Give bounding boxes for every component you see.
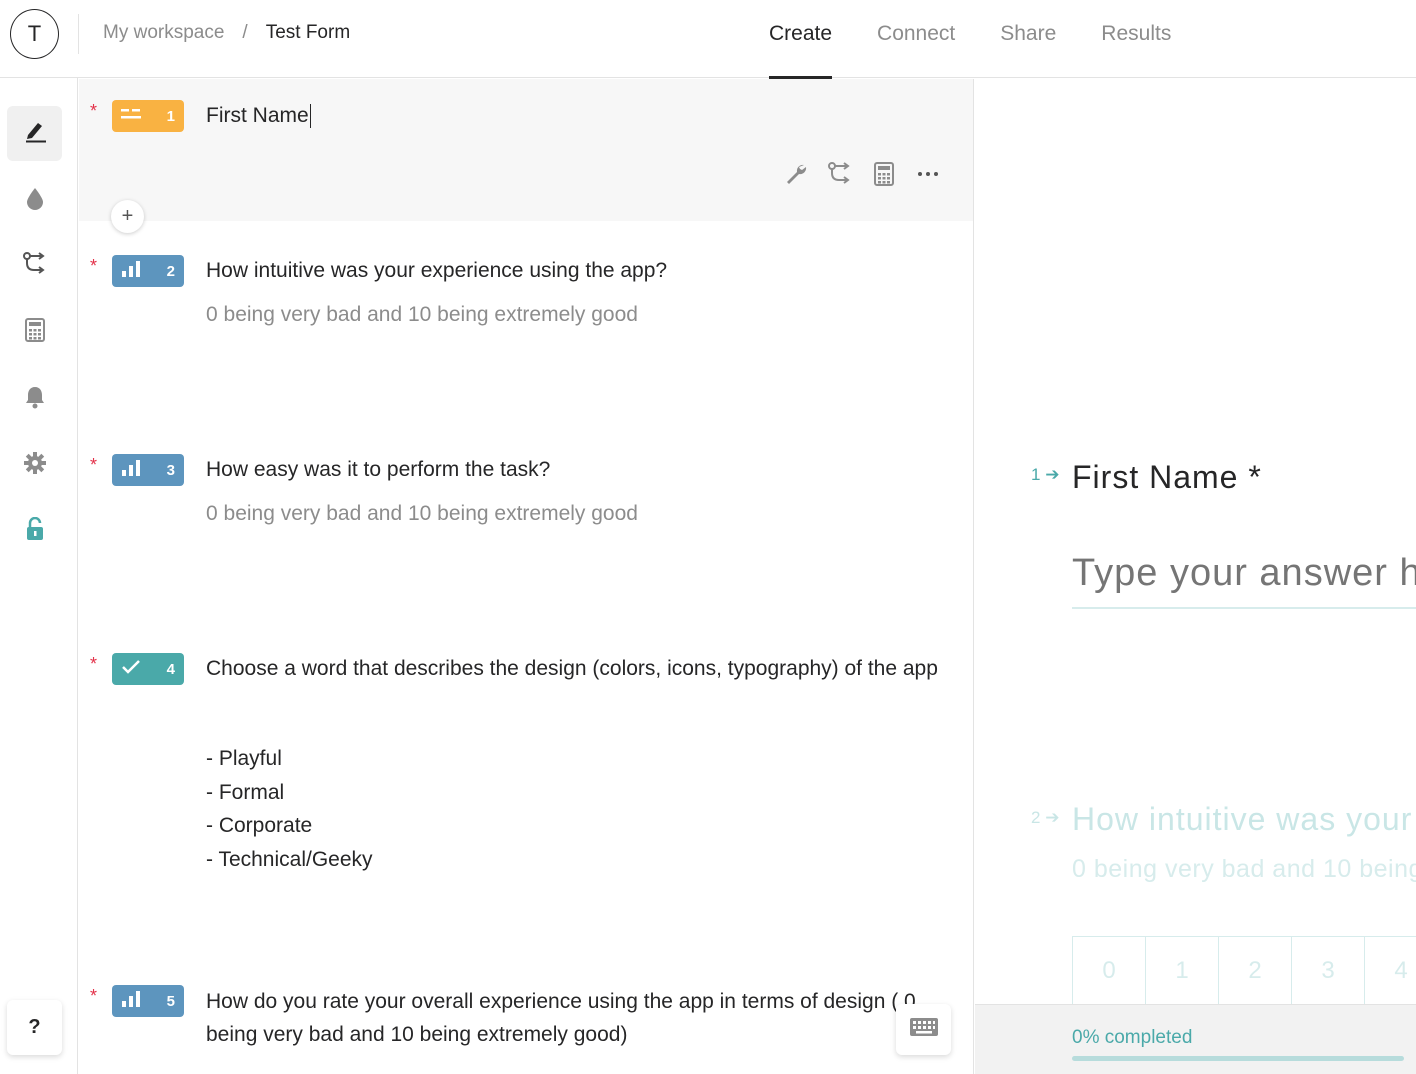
text-cursor [309, 104, 312, 129]
required-mark: * [90, 986, 98, 1006]
breadcrumb-workspace-link[interactable]: My workspace [103, 22, 224, 44]
question-number: 4 [166, 660, 175, 678]
question-toolbar [774, 161, 950, 187]
checkmark-icon [121, 659, 141, 679]
question-block-4[interactable]: * 4 Choose a word that describes the des… [79, 648, 973, 878]
preview-question-number: 2 ➔ [1031, 808, 1060, 827]
question-description[interactable]: 0 being very bad and 10 being extremely … [206, 497, 638, 530]
calculator-icon [24, 318, 45, 347]
sidebar-access-button[interactable] [7, 504, 62, 559]
main-tabs: Create Connect Share Results [769, 0, 1216, 79]
question-block-5[interactable]: * 5 How do you rate your overall experie… [79, 981, 973, 1074]
preview-question-title: How intuitive was your experience using … [1072, 801, 1416, 837]
required-mark: * [90, 654, 98, 674]
gear-icon [23, 451, 47, 480]
option-item[interactable]: - Corporate [206, 809, 373, 843]
arrow-right-icon: ➔ [1045, 465, 1060, 484]
form-preview: 1 ➔ First Name * 2 ➔ How intuitive was y… [975, 79, 1416, 1074]
breadcrumb: My workspace / Test Form [103, 22, 350, 44]
question-title[interactable]: Choose a word that describes the design … [206, 652, 946, 685]
tab-results[interactable]: Results [1101, 0, 1171, 78]
sidebar-logic-button[interactable] [7, 239, 62, 294]
question-badge-2[interactable]: 2 [112, 255, 184, 287]
progress-text: 0% completed [1072, 1027, 1193, 1048]
preview-opinion-scale: 0 1 2 3 4 [1072, 936, 1416, 1006]
question-title: First Name [206, 104, 309, 127]
progress-bar [1072, 1056, 1404, 1061]
preview-progress-footer: 0% completed [975, 1004, 1416, 1074]
left-sidebar: ? [0, 78, 78, 1074]
bell-icon [24, 385, 46, 414]
scale-option[interactable]: 3 [1291, 936, 1365, 1006]
opinion-scale-icon [121, 459, 141, 481]
preview-answer-input[interactable] [1072, 539, 1416, 609]
opinion-scale-icon [121, 260, 141, 282]
required-mark: * [90, 455, 98, 475]
avatar-letter: T [27, 21, 42, 46]
more-options-icon[interactable] [906, 171, 950, 177]
breadcrumb-form-title[interactable]: Test Form [266, 22, 350, 44]
preview-question-number: 1 ➔ [1031, 465, 1060, 484]
form-builder: * 1 First Name + * 2 How intuitive was y… [79, 79, 974, 1074]
option-item[interactable]: - Technical/Geeky [206, 843, 373, 877]
preview-question-title: First Name * [1072, 459, 1262, 495]
workspace-avatar[interactable]: T [10, 9, 59, 59]
question-badge-3[interactable]: 3 [112, 454, 184, 486]
tab-share[interactable]: Share [1000, 0, 1056, 78]
logic-branch-icon [22, 251, 48, 282]
option-item[interactable]: - Formal [206, 776, 373, 810]
keyboard-shortcuts-button[interactable] [896, 1004, 951, 1055]
breadcrumb-separator: / [242, 22, 248, 43]
required-mark: * [90, 256, 98, 276]
wrench-icon[interactable] [774, 162, 818, 186]
question-badge-5[interactable]: 5 [112, 985, 184, 1017]
question-title[interactable]: How easy was it to perform the task? [206, 453, 946, 486]
calculator-icon[interactable] [862, 162, 906, 186]
scale-option[interactable]: 1 [1145, 936, 1219, 1006]
question-title-input[interactable]: First Name [206, 99, 946, 132]
help-button[interactable]: ? [7, 1000, 62, 1055]
short-text-icon [121, 107, 143, 125]
opinion-scale-icon [121, 990, 141, 1012]
header-divider [78, 14, 79, 54]
required-mark: * [90, 101, 98, 121]
logic-branch-icon[interactable] [818, 161, 862, 187]
question-title[interactable]: How do you rate your overall experience … [206, 985, 936, 1051]
question-block-1[interactable]: * 1 First Name [79, 79, 973, 221]
question-badge-1[interactable]: 1 [112, 100, 184, 132]
preview-question-description: 0 being very bad and 10 being extremely … [1072, 855, 1416, 883]
question-block-3[interactable]: * 3 How easy was it to perform the task?… [79, 449, 973, 589]
question-number: 2 [166, 262, 175, 280]
option-item[interactable]: - Playful [206, 742, 373, 776]
unlock-icon [25, 516, 45, 546]
sidebar-settings-button[interactable] [7, 438, 62, 493]
tab-create[interactable]: Create [769, 0, 833, 79]
pen-icon [23, 119, 47, 148]
keyboard-icon [909, 1017, 939, 1042]
question-options: - Playful - Formal - Corporate - Technic… [206, 742, 373, 876]
sidebar-design-button[interactable] [7, 173, 62, 228]
question-badge-4[interactable]: 4 [112, 653, 184, 685]
drop-icon [25, 186, 45, 215]
question-title[interactable]: How intuitive was your experience using … [206, 254, 946, 287]
sidebar-build-button[interactable] [7, 106, 62, 161]
add-question-button[interactable]: + [111, 200, 144, 233]
sidebar-notifications-button[interactable] [7, 372, 62, 427]
arrow-right-icon: ➔ [1045, 808, 1060, 827]
question-number: 3 [166, 461, 175, 479]
scale-option[interactable]: 4 [1364, 936, 1416, 1006]
question-description[interactable]: 0 being very bad and 10 being extremely … [206, 298, 638, 331]
top-bar: T My workspace / Test Form Create Connec… [0, 0, 1416, 79]
scale-option[interactable]: 0 [1072, 936, 1146, 1006]
scale-option[interactable]: 2 [1218, 936, 1292, 1006]
tab-connect[interactable]: Connect [877, 0, 955, 78]
question-number: 5 [166, 992, 175, 1010]
question-number: 1 [166, 107, 175, 125]
sidebar-calculator-button[interactable] [7, 305, 62, 360]
question-block-2[interactable]: * 2 How intuitive was your experience us… [79, 249, 973, 389]
